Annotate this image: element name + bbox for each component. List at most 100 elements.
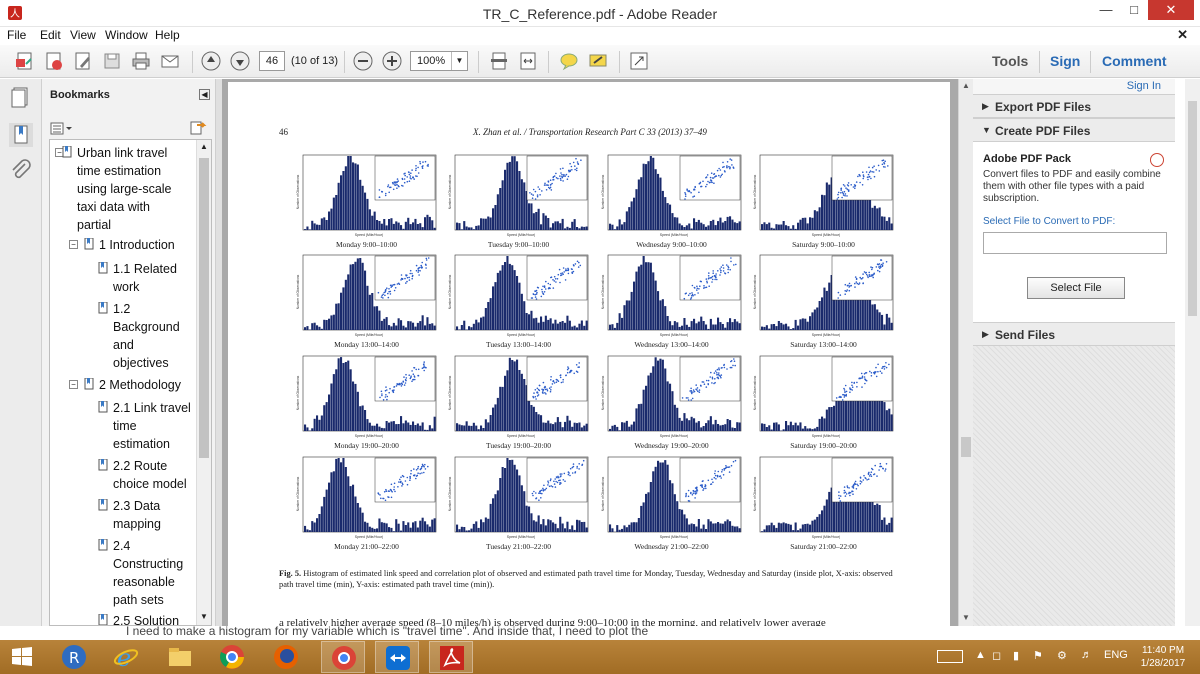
next-page-icon[interactable] xyxy=(229,50,251,72)
menu-file[interactable]: File xyxy=(7,28,26,42)
tray-expand-icon[interactable]: ▲ xyxy=(975,649,986,661)
zoom-select[interactable]: 100% ▼ xyxy=(410,51,468,71)
bookmark-item[interactable]: 1.2 Background and objectives xyxy=(113,300,180,372)
menu-help[interactable]: Help xyxy=(155,28,180,42)
svg-text:R: R xyxy=(69,649,79,667)
zoom-out-icon[interactable] xyxy=(352,50,374,72)
bookmark-item[interactable]: 2.4 Constructing reasonable path sets xyxy=(113,537,183,609)
bookmark-toggle-icon[interactable]: − xyxy=(69,240,78,249)
chrome-canary-icon[interactable] xyxy=(321,641,365,673)
bookmark-item[interactable]: 1 Introduction xyxy=(99,236,175,254)
page-thumbnails-icon[interactable] xyxy=(9,85,33,109)
send-files-section[interactable]: ▶ Send Files xyxy=(973,322,1175,346)
attachments-icon[interactable] xyxy=(9,159,33,183)
scroll-down-icon[interactable]: ▼ xyxy=(200,612,208,621)
export-pdf-section[interactable]: ▶ Export PDF Files xyxy=(973,94,1175,118)
teamviewer-icon[interactable] xyxy=(375,641,419,673)
menu-window[interactable]: Window xyxy=(105,28,148,42)
pdf-pack-icon xyxy=(1150,153,1164,167)
background-text: I need to make a histogram for my variab… xyxy=(126,626,649,638)
email-icon[interactable] xyxy=(159,50,181,72)
create-pdf-icon[interactable] xyxy=(14,50,36,72)
bookmark-item[interactable]: 2.3 Data mapping xyxy=(113,497,161,533)
highlight-icon[interactable] xyxy=(587,50,609,72)
bookmark-options-icon[interactable] xyxy=(50,122,72,136)
right-pane-scrollbar[interactable] xyxy=(1185,79,1200,626)
volume-icon[interactable]: ♬ xyxy=(1081,649,1092,661)
bookmark-toggle-icon[interactable]: − xyxy=(69,380,78,389)
network-icon[interactable]: ◻ xyxy=(992,649,1001,662)
tab-comment[interactable]: Comment xyxy=(1102,53,1167,69)
document-view[interactable]: 46 X. Zhan et al. / Transportation Resea… xyxy=(222,79,958,626)
minimize-button[interactable]: — xyxy=(1092,0,1120,20)
sign-in-link[interactable]: Sign In xyxy=(1127,80,1161,92)
scroll-up-icon[interactable]: ▲ xyxy=(200,142,208,151)
panel-caption: Tuesday 9:00–10:00 xyxy=(487,240,550,249)
close-button[interactable]: ✕ xyxy=(1148,0,1194,20)
flag-icon[interactable]: ⚑ xyxy=(1033,649,1043,662)
document-scrollbar[interactable]: ▲ ▼ xyxy=(958,79,973,626)
edit-pdf-icon[interactable] xyxy=(72,50,94,72)
signal-icon[interactable]: ▮ xyxy=(1013,649,1019,662)
comment-icon[interactable] xyxy=(558,50,580,72)
scroll-up-icon[interactable]: ▲ xyxy=(962,81,970,90)
clock[interactable]: 11:40 PM 1/28/2017 xyxy=(1130,644,1196,670)
bookmark-item[interactable]: 2.2 Route choice model xyxy=(113,457,187,493)
bookmark-item[interactable]: 2 Methodology xyxy=(99,376,181,394)
bookmark-flag-icon xyxy=(98,401,108,413)
bookmarks-icon[interactable] xyxy=(9,123,33,147)
scroll-down-icon[interactable]: ▼ xyxy=(962,613,970,622)
tab-tools[interactable]: Tools xyxy=(992,53,1028,69)
maximize-button[interactable]: □ xyxy=(1120,0,1148,20)
previous-page-icon[interactable] xyxy=(200,50,222,72)
chevron-down-icon[interactable]: ▼ xyxy=(451,52,467,70)
panel-caption: Saturday 13:00–14:00 xyxy=(790,340,857,349)
bookmark-item[interactable]: 1.1 Related work xyxy=(113,260,177,296)
ie-icon[interactable]: e xyxy=(104,641,148,673)
panel-caption: Saturday 19:00–20:00 xyxy=(790,441,857,450)
bookmark-search-icon[interactable] xyxy=(189,120,207,136)
tab-sign[interactable]: Sign xyxy=(1050,53,1080,69)
firefox-icon[interactable] xyxy=(264,641,308,673)
create-pdf-section[interactable]: ▼ Create PDF Files xyxy=(973,118,1175,142)
histogram-plot: Speed (Mile/Hour) Number of Observations xyxy=(601,355,742,438)
r-icon[interactable]: R xyxy=(52,641,96,673)
panel-caption: Monday 13:00–14:00 xyxy=(334,340,399,349)
update-icon[interactable]: ⚙ xyxy=(1057,649,1067,662)
bookmark-item[interactable]: Urban link travel time estimation using la… xyxy=(77,144,172,234)
bookmark-flag-icon xyxy=(98,302,108,314)
menu-view[interactable]: View xyxy=(70,28,96,42)
bookmark-item[interactable]: 2.5 Solution xyxy=(113,612,179,625)
histogram-plot: Speed (Mile/Hour) Number of Observations xyxy=(601,254,742,337)
svg-text:Speed (Mile/Hour): Speed (Mile/Hour) xyxy=(812,233,840,237)
bookmark-item[interactable]: 2.1 Link travel time estimation xyxy=(113,399,191,453)
collapse-panel-icon[interactable]: ◀ xyxy=(199,89,210,100)
close-document-icon[interactable]: ✕ xyxy=(1177,27,1188,43)
print-icon[interactable] xyxy=(130,50,152,72)
right-scroll-thumb[interactable] xyxy=(1188,101,1197,316)
bookmark-scroll-thumb[interactable] xyxy=(199,158,209,458)
acrobat-icon[interactable] xyxy=(429,641,473,673)
fit-width-icon[interactable] xyxy=(517,50,539,72)
bookmark-label-line: 2 Methodology xyxy=(99,378,182,392)
file-explorer-icon[interactable] xyxy=(158,641,202,673)
language-indicator[interactable]: ENG xyxy=(1104,649,1128,661)
fullscreen-icon[interactable] xyxy=(628,50,650,72)
fit-page-icon[interactable] xyxy=(488,50,510,72)
document-scroll-thumb[interactable] xyxy=(961,437,971,457)
menu-edit[interactable]: Edit xyxy=(40,28,61,42)
bookmark-scrollbar[interactable]: ▲ ▼ xyxy=(196,140,211,625)
panel-caption: Tuesday 19:00–20:00 xyxy=(486,441,551,450)
select-file-button[interactable]: Select File xyxy=(1027,277,1125,299)
convert-pdf-icon[interactable] xyxy=(43,50,65,72)
file-convert-input[interactable] xyxy=(983,232,1167,254)
chrome-icon[interactable] xyxy=(210,641,254,673)
bookmark-flag-icon xyxy=(98,262,108,274)
histogram-plot: Speed (Mile/Hour) Number of Observations xyxy=(601,154,742,237)
page-number-input[interactable]: 46 xyxy=(259,51,285,71)
save-icon[interactable] xyxy=(101,50,123,72)
histogram-panel: Speed (Mile/Hour) Number of Observations S… xyxy=(752,456,895,552)
zoom-in-icon[interactable] xyxy=(381,50,403,72)
start-icon[interactable] xyxy=(0,641,44,673)
keyboard-icon[interactable] xyxy=(937,650,963,663)
